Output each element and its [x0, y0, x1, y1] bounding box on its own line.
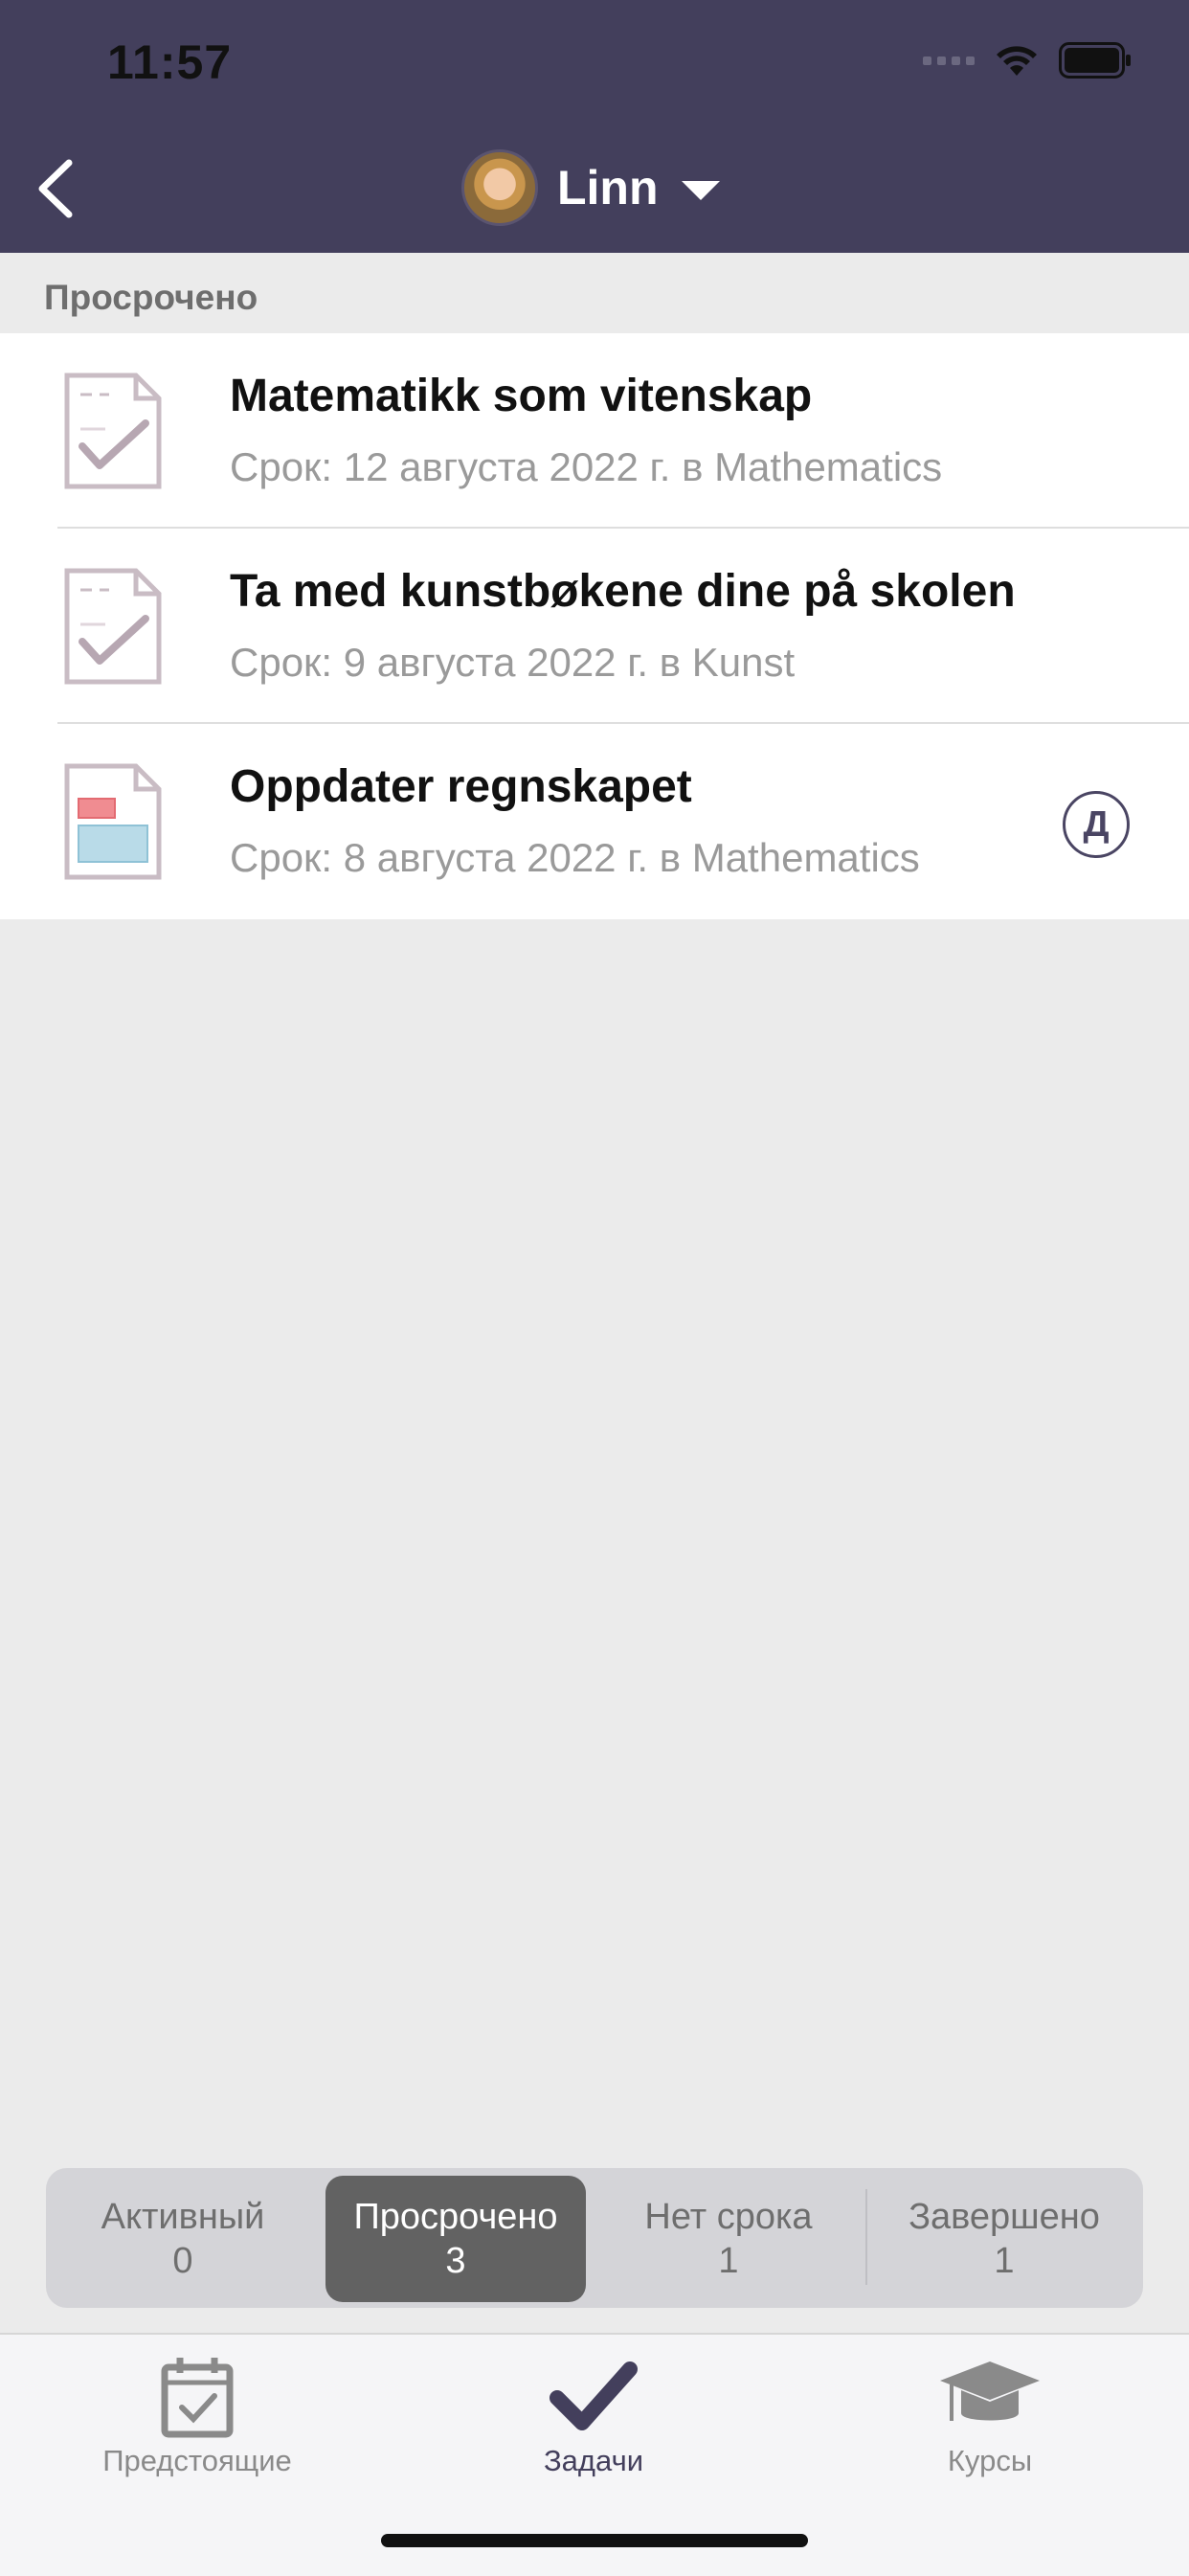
form-document-icon	[64, 763, 162, 880]
task-due: Срок: 9 августа 2022 г. в Kunst	[230, 640, 796, 685]
filter-count: 1	[718, 2241, 739, 2281]
filter-count: 1	[994, 2241, 1015, 2281]
section-title: Просрочено	[44, 278, 258, 317]
task-due: Срок: 12 августа 2022 г. в Mathematics	[230, 444, 943, 489]
task-row[interactable]: Matematikk som vitenskap Срок: 12 август…	[0, 333, 1189, 529]
status-badge: Д	[1063, 791, 1130, 858]
assignment-check-icon	[64, 568, 162, 685]
checkmark-icon	[550, 2361, 638, 2430]
assignment-check-icon	[64, 373, 162, 489]
task-list: Matematikk som vitenskap Срок: 12 август…	[0, 333, 1189, 919]
section-header: Просрочено	[0, 253, 1189, 333]
task-title: Matematikk som vitenskap	[230, 371, 813, 421]
tab-label: Курсы	[947, 2444, 1033, 2477]
back-chevron-icon[interactable]	[34, 159, 77, 218]
task-due: Срок: 8 августа 2022 г. в Mathematics	[230, 835, 920, 880]
dropdown-caret-icon	[681, 181, 720, 200]
wifi-icon	[997, 46, 1037, 76]
status-icons	[923, 42, 1132, 79]
filter-active[interactable]: Активный 0	[46, 2168, 320, 2308]
status-filter: Активный 0 Просрочено 3 Нет срока 1 Заве…	[46, 2168, 1143, 2308]
filter-overdue[interactable]: Просрочено 3	[325, 2176, 586, 2302]
calendar-check-icon	[161, 2358, 234, 2438]
battery-icon	[1059, 42, 1131, 79]
graduation-cap-icon	[940, 2361, 1040, 2421]
filter-completed[interactable]: Завершено 1	[867, 2168, 1141, 2308]
cellular-signal-icon	[923, 56, 975, 65]
nav-header: 11:57 Linn	[0, 0, 1189, 253]
filter-label: Просрочено	[353, 2197, 558, 2237]
tab-label: Задачи	[543, 2444, 644, 2477]
tab-tasks[interactable]: Задачи	[450, 2354, 737, 2478]
filter-label: Активный	[101, 2197, 265, 2237]
profile-switcher[interactable]: Linn	[461, 147, 720, 228]
home-indicator	[381, 2534, 808, 2547]
status-time: 11:57	[107, 35, 233, 89]
task-title: Ta med kunstbøkene dine på skolen	[230, 566, 1016, 617]
filter-count: 3	[445, 2241, 466, 2281]
tab-upcoming[interactable]: Предстоящие	[54, 2354, 341, 2478]
task-title: Oppdater regnskapet	[230, 761, 692, 812]
filter-label: Нет срока	[644, 2197, 813, 2237]
filter-label: Завершено	[909, 2197, 1100, 2237]
tab-label: Предстоящие	[102, 2444, 292, 2477]
task-row[interactable]: Oppdater regnskapet Срок: 8 августа 2022…	[0, 724, 1189, 919]
profile-name: Linn	[557, 161, 659, 215]
filter-no-due-date[interactable]: Нет срока 1	[592, 2168, 865, 2308]
task-row[interactable]: Ta med kunstbøkene dine på skolen Срок: …	[0, 529, 1189, 724]
tab-courses[interactable]: Курсы	[846, 2354, 1133, 2478]
filter-count: 0	[172, 2241, 193, 2281]
avatar	[461, 149, 538, 226]
